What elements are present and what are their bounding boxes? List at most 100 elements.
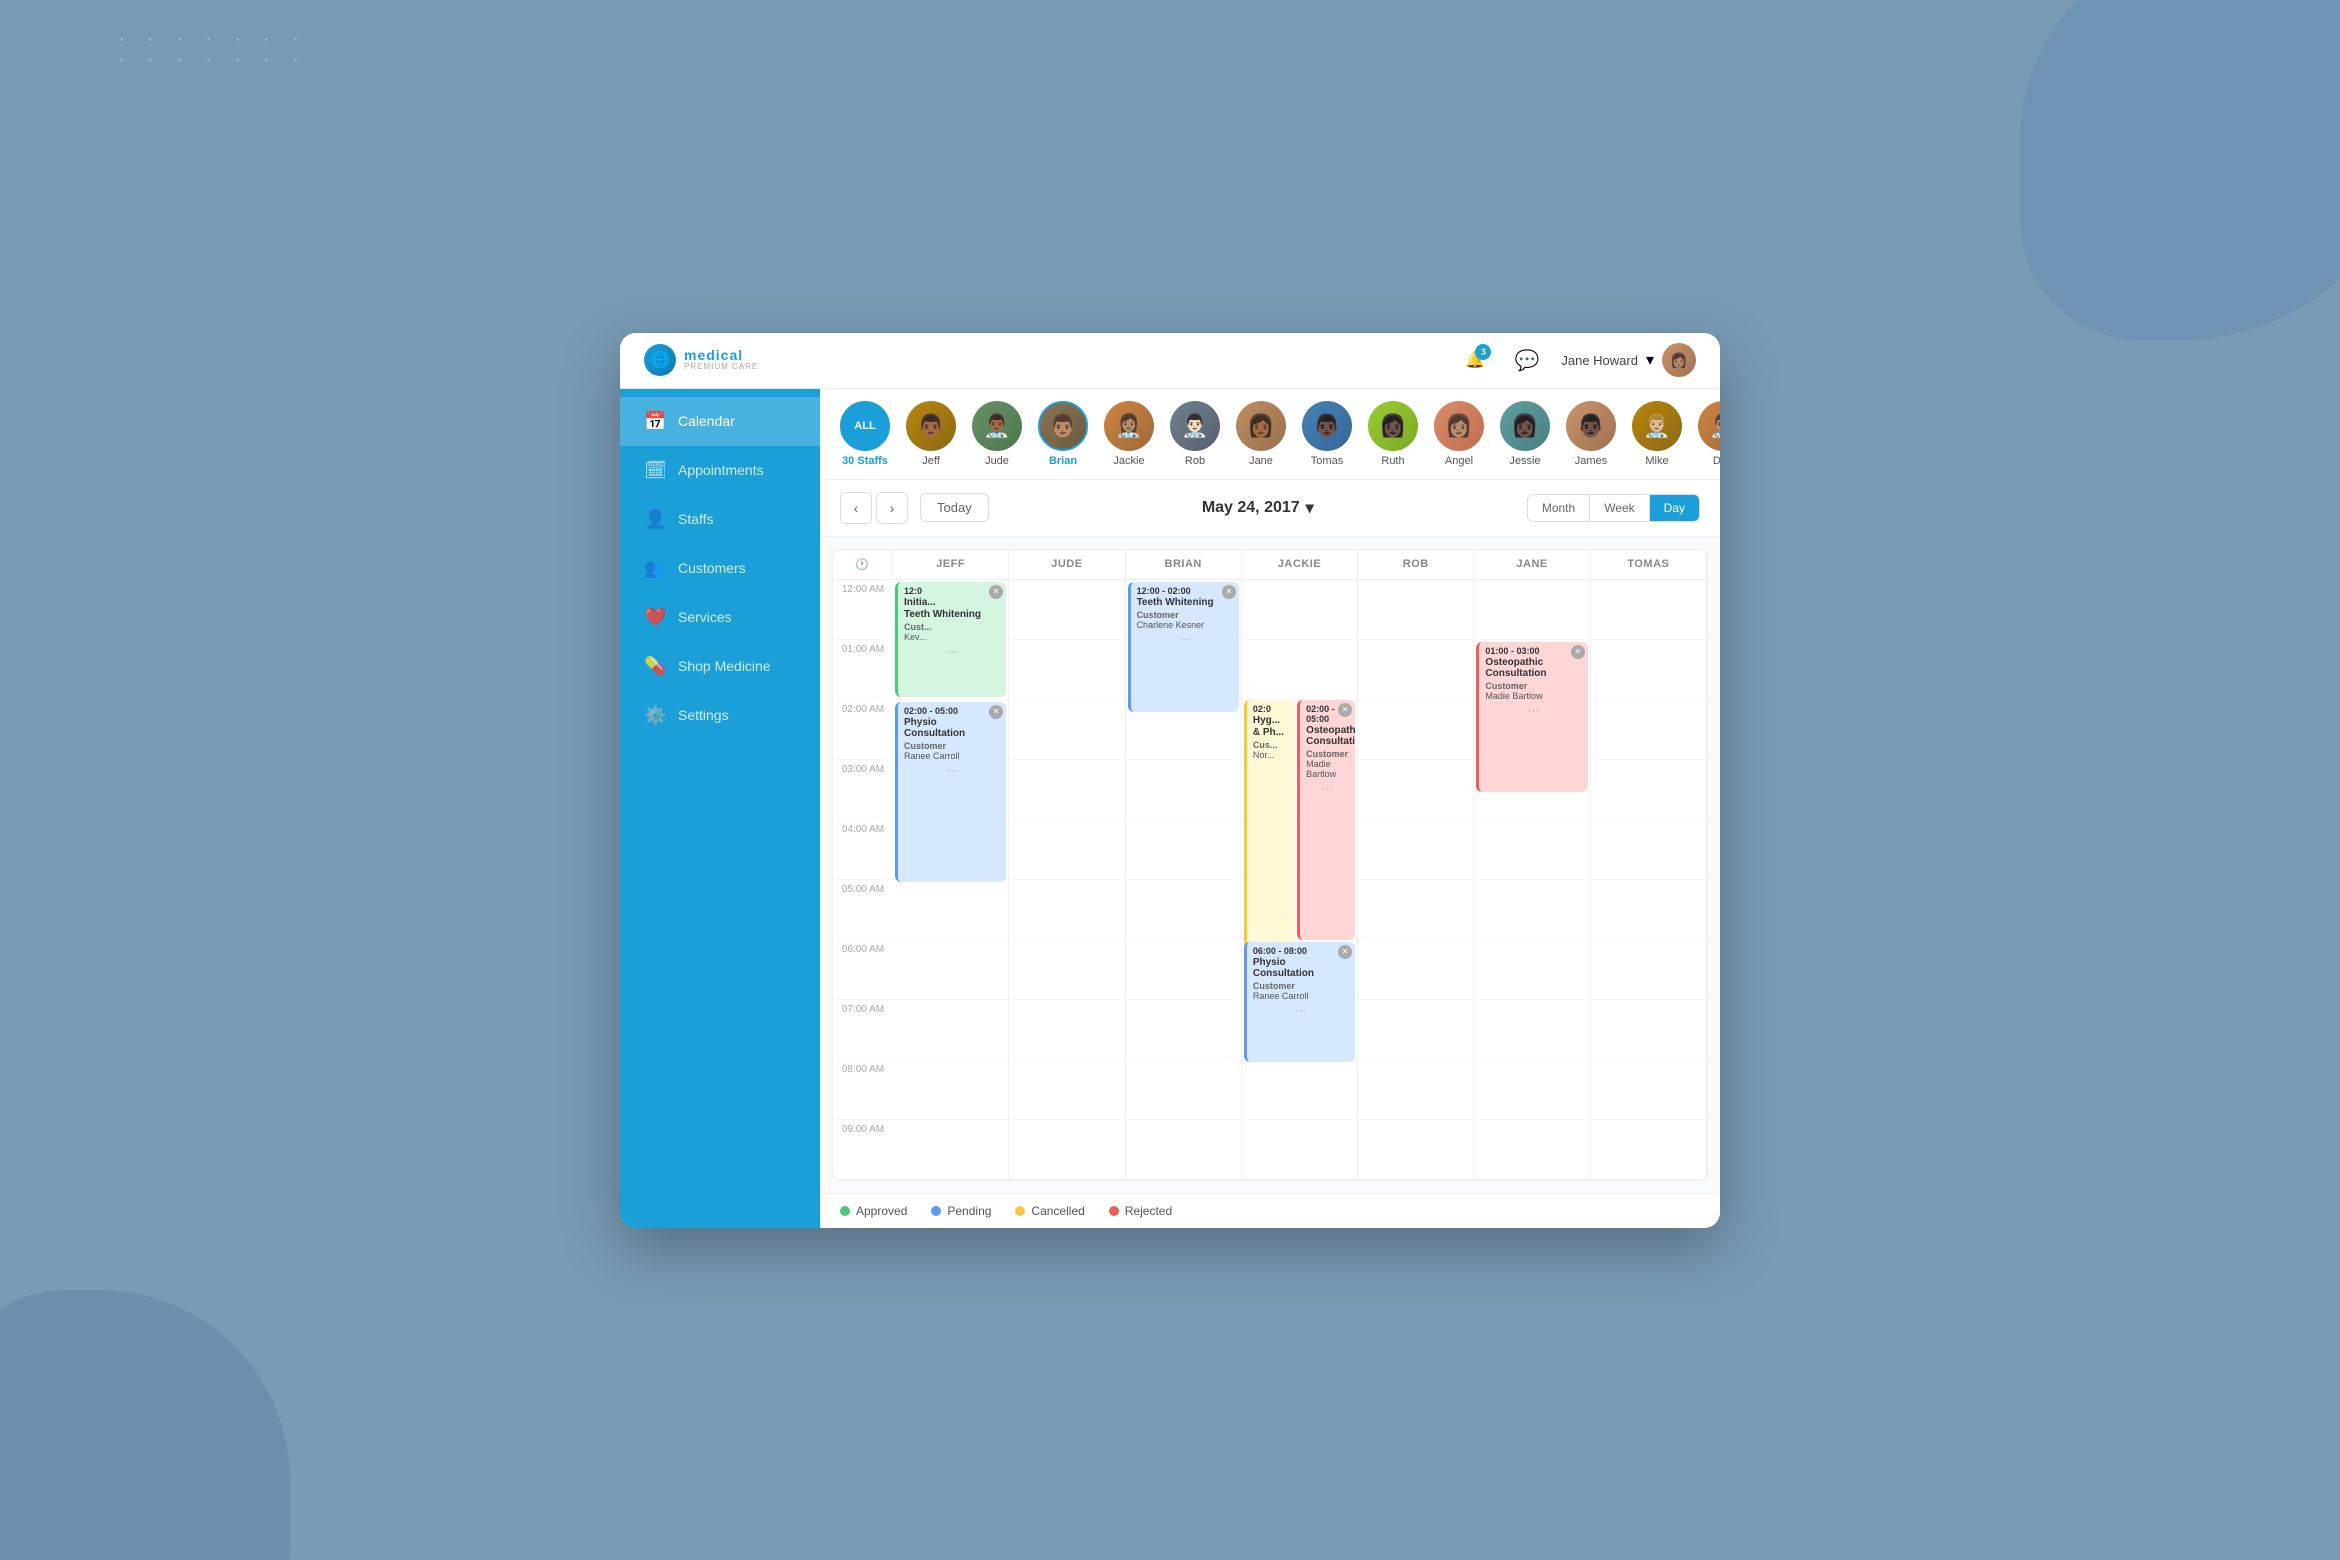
nav-arrows: ‹ › [840,492,908,524]
legend-pending: Pending [931,1204,991,1218]
jude-slot-2 [1009,640,1124,700]
jackie-appt-2[interactable]: ✕ 02:00 - 05:00 Osteopathic Consultation… [1297,700,1355,940]
rob-slot-6 [1358,880,1473,940]
jackie-appt-2-title: Osteopathic Consultation [1306,725,1349,747]
staff-jackie[interactable]: 👩🏽‍⚕️ Jackie [1104,401,1154,467]
jackie-slot-2 [1242,640,1357,700]
brian-header: BRIAN [1126,550,1242,579]
staff-ruth[interactable]: 👩🏿 Ruth [1368,401,1418,467]
time-0400: 04:00 AM [833,820,893,880]
all-count: 30 Staffs [842,455,888,467]
jeff-appt-1[interactable]: ✕ 12:0 Initia... Teeth Whitening Cust...… [895,582,1006,697]
globe-icon: 🌐 [650,350,670,370]
staff-jessie[interactable]: 👩🏿 Jessie [1500,401,1550,467]
brian-appt-1[interactable]: ✕ 12:00 - 02:00 Teeth Whitening Customer… [1128,582,1239,712]
jeff-appt-1-close[interactable]: ✕ [989,585,1003,599]
jackie-avatar: 👩🏽‍⚕️ [1104,401,1154,451]
mike-avatar: 👨🏼‍⚕️ [1632,401,1682,451]
jackie-appt-1-customer: Nor... [1253,750,1289,760]
time-0600: 06:00 AM [833,940,893,1000]
jackie-appt-3-close[interactable]: ✕ [1338,945,1352,959]
staff-dan[interactable]: 👨🏽‍⚕️ Dan [1698,401,1720,467]
jeff-appt-2-close[interactable]: ✕ [989,705,1003,719]
topbar: 🌐 medical PREMIUM CARE 🔔 3 💬 Jane Howard… [620,333,1720,389]
user-avatar: 👩🏽 [1662,343,1696,377]
jeff-appt-2[interactable]: ✕ 02:00 - 05:00 Physio Consultation Cust… [895,702,1006,882]
legend-approved: Approved [840,1204,907,1218]
sidebar-item-customers[interactable]: 👥 Customers [620,544,820,593]
tomas-slot-6 [1591,880,1706,940]
tomas-avatar: 👨🏿 [1302,401,1352,451]
notification-button[interactable]: 🔔 3 [1457,342,1493,378]
sidebar-item-calendar[interactable]: 📅 Calendar [620,397,820,446]
sidebar-item-settings[interactable]: ⚙️ Settings [620,691,820,740]
staff-james[interactable]: 👨🏿 James [1566,401,1616,467]
sidebar-item-services[interactable]: ❤️ Services [620,593,820,642]
dan-name: Dan [1713,455,1720,467]
day-view-button[interactable]: Day [1650,495,1699,521]
jackie-appt-3[interactable]: ✕ 06:00 - 08:00 Physio Consultation Cust… [1244,942,1355,1062]
dan-avatar: 👨🏽‍⚕️ [1698,401,1720,451]
jeff-appt-1-time: 12:0 [904,586,1000,596]
jane-appt-1-close[interactable]: ✕ [1571,645,1585,659]
jackie-appt-1[interactable]: 02:0 Hyg... & Ph... Cus... Nor... [1244,700,1295,970]
staff-jude[interactable]: 👨🏾‍⚕️ Jude [972,401,1022,467]
staff-brian[interactable]: 👨🏽 Brian [1038,401,1088,467]
rob-slot-3 [1358,700,1473,760]
staff-mike[interactable]: 👨🏼‍⚕️ Mike [1632,401,1682,467]
user-info[interactable]: Jane Howard ▾ 👩🏽 [1561,343,1696,377]
rob-avatar: 👨🏻‍⚕️ [1170,401,1220,451]
staff-tomas[interactable]: 👨🏿 Tomas [1302,401,1352,467]
jane-appt-1-title: Osteopathic Consultation [1485,657,1581,679]
jackie-appt-2-customer: Madie Bartlow [1306,759,1349,779]
sidebar-label-calendar: Calendar [678,413,735,429]
cancelled-label: Cancelled [1031,1204,1084,1218]
jeff-appt-2-time: 02:00 - 05:00 [904,706,1000,716]
jane-appt-1-time: 01:00 - 03:00 [1485,646,1581,656]
jackie-appt-2-close[interactable]: ✕ [1338,703,1352,717]
prev-button[interactable]: ‹ [840,492,872,524]
sidebar-label-settings: Settings [678,707,729,723]
week-view-button[interactable]: Week [1590,495,1649,521]
jude-slot-8 [1009,1000,1124,1060]
staff-jeff[interactable]: 👨🏾 Jeff [906,401,956,467]
brian-slot-9 [1126,1060,1241,1120]
time-0800: 08:00 AM [833,1060,893,1120]
brian-appt-1-close[interactable]: ✕ [1222,585,1236,599]
sidebar-item-staffs[interactable]: 👤 Staffs [620,495,820,544]
jane-appt-1[interactable]: ✕ 01:00 - 03:00 Osteopathic Consultation… [1476,642,1587,792]
calendar-body: 12:00 AM 01:00 AM 02:00 AM 03:00 AM 04:0… [833,580,1707,1180]
jane-slot-1 [1474,580,1589,640]
tomas-slot-1 [1591,580,1706,640]
rob-column [1358,580,1474,1180]
jeff-appt-2-customer: Ranee Carroll [904,751,1000,761]
brian-appt-1-customer: Charlene Kesner [1137,620,1233,630]
month-view-button[interactable]: Month [1528,495,1590,521]
all-avatar: ALL [840,401,890,451]
chat-button[interactable]: 💬 [1509,342,1545,378]
sidebar-item-appointments[interactable]: 🗓 Appointments [620,446,820,495]
view-buttons: Month Week Day [1527,494,1700,522]
chat-icon: 💬 [1515,348,1540,373]
next-button[interactable]: › [876,492,908,524]
customers-icon: 👥 [644,558,666,579]
jude-slot-3 [1009,700,1124,760]
jeff-slot-8 [893,1000,1008,1060]
staff-jane[interactable]: 👩🏾 Jane [1236,401,1286,467]
chevron-down-icon: ▾ [1646,350,1654,370]
today-button[interactable]: Today [920,493,989,522]
tomas-slot-9 [1591,1060,1706,1120]
sidebar-item-shop-medicine[interactable]: 💊 Shop Medicine [620,642,820,691]
tomas-name: Tomas [1311,455,1343,467]
pending-label: Pending [947,1204,991,1218]
staffs-icon: 👤 [644,509,666,530]
staff-all[interactable]: ALL 30 Staffs [840,401,890,467]
jeff-slot-9 [893,1060,1008,1120]
jeff-appt-1-customer-label: Cust... [904,622,1000,632]
staff-angel[interactable]: 👩🏽 Angel [1434,401,1484,467]
staff-rob[interactable]: 👨🏻‍⚕️ Rob [1170,401,1220,467]
time-0200: 02:00 AM [833,700,893,760]
sidebar-label-staffs: Staffs [678,511,714,527]
jude-slot-1 [1009,580,1124,640]
rob-slot-7 [1358,940,1473,1000]
